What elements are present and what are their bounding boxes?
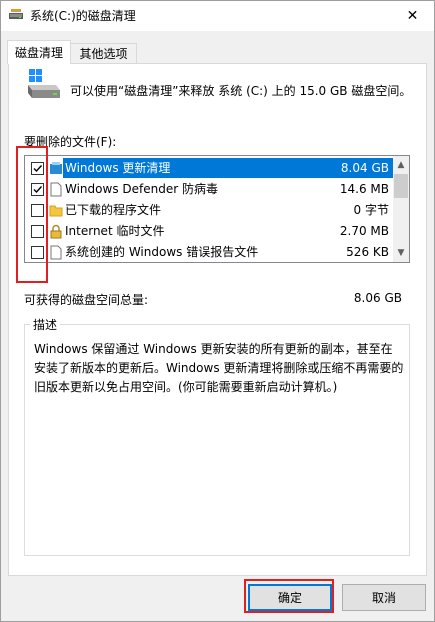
scrollbar-thumb[interactable] [394,174,408,198]
list-item[interactable]: Windows Defender 防病毒 14.6 MB [25,179,393,200]
checkmark-icon [33,186,43,194]
close-button[interactable]: ✕ [390,0,435,31]
title-bar: 系统(C:)的磁盘清理 ✕ [0,0,435,31]
document-icon [49,245,63,260]
checkbox[interactable] [31,183,44,196]
cancel-button[interactable]: 取消 [342,584,426,611]
space-gained-label: 可获得的磁盘空间总量: [24,293,149,307]
list-item[interactable]: 系统创建的 Windows 错误报告文件 526 KB [25,242,393,262]
checkmark-icon [33,165,43,173]
file-name: 系统创建的 Windows 错误报告文件 [65,245,259,259]
file-size: 0 字节 [353,203,389,217]
description-text: Windows 保留通过 Windows 更新安装的所有更新的副本，甚至在安装了… [34,342,404,394]
file-size: 2.70 MB [339,224,389,238]
intro-text: 可以使用“磁盘清理”来释放 系统 (C:) 上的 15.0 GB 磁盘空间。 [70,84,412,98]
file-size: 526 KB [346,245,389,259]
file-name: Windows Defender 防病毒 [65,182,218,196]
lock-icon [49,224,63,239]
files-to-delete-label: 要删除的文件(F): [24,135,117,149]
space-gained-value: 8.06 GB [353,291,402,305]
file-size: 14.6 MB [339,182,389,196]
drive-icon [26,68,62,104]
file-name: Windows 更新清理 [65,161,171,175]
checkbox[interactable] [31,225,44,238]
list-item[interactable]: Windows 更新清理 8.04 GB [25,158,393,179]
scroll-up-icon[interactable]: ▲ [393,156,409,173]
windows-update-icon [49,161,63,176]
checkbox[interactable] [31,246,44,259]
list-item[interactable]: 已下载的程序文件 0 字节 [25,200,393,221]
tab-more-options[interactable]: 其他选项 [71,43,137,64]
file-name: Internet 临时文件 [65,224,165,238]
file-size: 8.04 GB [340,161,389,175]
window-title: 系统(C:)的磁盘清理 [30,9,136,23]
scroll-down-icon[interactable]: ▼ [393,244,409,261]
files-listbox[interactable]: Windows 更新清理 8.04 GB Windows Defender 防病… [24,155,410,263]
list-item[interactable]: Internet 临时文件 2.70 MB [25,221,393,242]
disk-cleanup-icon [8,8,24,22]
close-icon: ✕ [406,7,419,24]
vertical-scrollbar[interactable]: ▲ ▼ [393,156,409,262]
checkbox[interactable] [31,204,44,217]
tab-disk-cleanup[interactable]: 磁盘清理 [7,40,71,64]
checkbox[interactable] [31,162,44,175]
file-name: 已下载的程序文件 [65,203,162,217]
folder-icon [49,203,63,218]
ok-button[interactable]: 确定 [248,584,332,611]
document-icon [49,182,63,197]
description-title: 描述 [30,316,61,333]
